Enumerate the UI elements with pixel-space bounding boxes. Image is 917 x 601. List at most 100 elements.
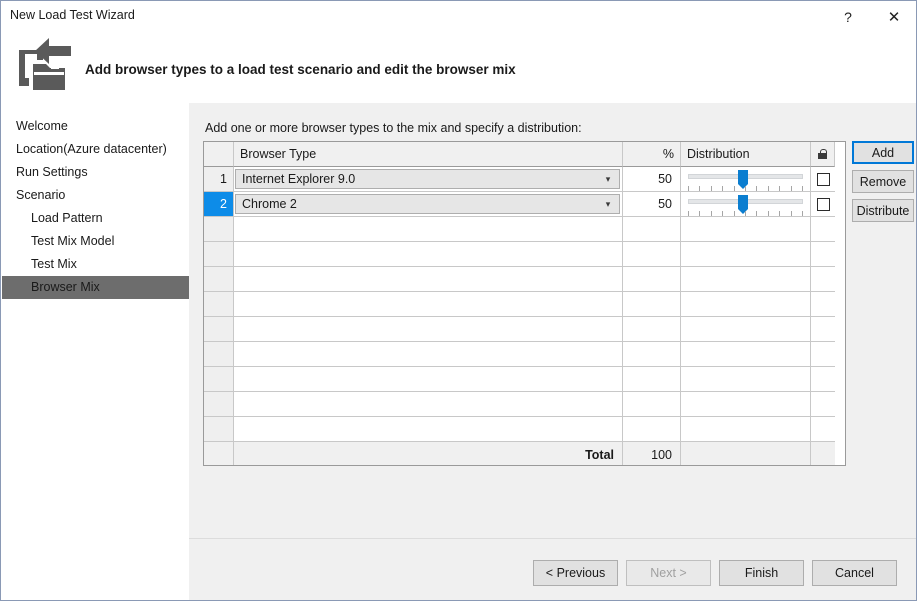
row-number-cell[interactable] [204,317,234,342]
lock-cell[interactable] [811,392,835,417]
percent-cell[interactable] [623,417,681,442]
sidebar-list: Welcome Location(Azure datacenter) Run S… [2,103,189,299]
table-row[interactable]: 1 Internet Explorer 9.0 ▾ 50 [204,167,845,192]
distribution-cell[interactable] [681,267,811,292]
distribution-cell[interactable] [681,342,811,367]
lock-cell[interactable] [811,217,835,242]
sidebar-item-load-pattern[interactable]: Load Pattern [2,207,189,230]
distribution-cell[interactable] [681,292,811,317]
row-number-cell[interactable] [204,217,234,242]
table-row[interactable] [204,267,845,292]
distribution-cell[interactable] [681,367,811,392]
percent-cell[interactable] [623,367,681,392]
row-number-cell[interactable]: 2 [204,192,234,217]
distribution-cell[interactable] [681,167,811,192]
column-header-percent[interactable]: % [623,142,681,167]
row-number-cell[interactable] [204,242,234,267]
table-row[interactable] [204,292,845,317]
percent-cell[interactable] [623,267,681,292]
distribution-cell[interactable] [681,242,811,267]
chevron-down-icon[interactable]: ▾ [597,195,619,213]
browser-type-cell[interactable] [234,342,623,367]
percent-cell[interactable]: 50 [623,192,681,217]
cancel-button[interactable]: Cancel [812,560,897,586]
browser-type-cell[interactable]: Internet Explorer 9.0 ▾ [234,167,623,192]
percent-cell[interactable] [623,292,681,317]
percent-cell[interactable] [623,242,681,267]
browser-type-cell[interactable] [234,242,623,267]
row-number-cell[interactable]: 1 [204,167,234,192]
percent-cell[interactable] [623,317,681,342]
close-icon[interactable]: ✕ [871,1,916,32]
grid-total-row: Total 100 [204,442,845,465]
distribution-slider[interactable] [681,167,810,191]
row-number-cell[interactable] [204,367,234,392]
browser-mix-grid[interactable]: Browser Type % Distribution 1 Internet E… [203,141,846,466]
percent-cell[interactable]: 50 [623,167,681,192]
lock-cell[interactable] [811,167,835,192]
browser-type-cell[interactable] [234,267,623,292]
distribute-button[interactable]: Distribute [852,199,914,222]
slider-thumb[interactable] [738,170,748,189]
lock-cell[interactable] [811,192,835,217]
browser-type-cell[interactable] [234,367,623,392]
row-number-cell[interactable] [204,292,234,317]
browser-type-cell[interactable] [234,417,623,442]
help-icon[interactable]: ? [825,1,871,32]
row-number-cell[interactable] [204,342,234,367]
chevron-down-icon[interactable]: ▾ [597,170,619,188]
percent-cell[interactable] [623,217,681,242]
browser-type-cell[interactable] [234,392,623,417]
percent-cell[interactable] [623,392,681,417]
lock-cell[interactable] [811,267,835,292]
lock-cell[interactable] [811,317,835,342]
previous-button[interactable]: < Previous [533,560,618,586]
lock-cell[interactable] [811,242,835,267]
sidebar-item-browser-mix[interactable]: Browser Mix [2,276,189,299]
sidebar-item-location[interactable]: Location(Azure datacenter) [2,138,189,161]
percent-cell[interactable] [623,342,681,367]
table-row[interactable] [204,217,845,242]
distribution-cell[interactable] [681,317,811,342]
sidebar-item-scenario[interactable]: Scenario [2,184,189,207]
lock-cell[interactable] [811,367,835,392]
browser-type-cell[interactable]: Chrome 2 ▾ [234,192,623,217]
finish-button[interactable]: Finish [719,560,804,586]
slider-thumb[interactable] [738,195,748,214]
column-header-distribution[interactable]: Distribution [681,142,811,167]
lock-checkbox[interactable] [816,172,830,186]
table-row[interactable] [204,242,845,267]
sidebar-item-run-settings[interactable]: Run Settings [2,161,189,184]
lock-cell[interactable] [811,292,835,317]
column-header-browser-type[interactable]: Browser Type [234,142,623,167]
distribution-cell[interactable] [681,192,811,217]
table-row[interactable] [204,317,845,342]
row-number-cell[interactable] [204,267,234,292]
browser-type-cell[interactable] [234,217,623,242]
sidebar-item-welcome[interactable]: Welcome [2,115,189,138]
table-row[interactable] [204,392,845,417]
browser-type-combobox[interactable]: Chrome 2 ▾ [235,194,620,214]
distribution-cell[interactable] [681,217,811,242]
row-number-cell[interactable] [204,417,234,442]
distribution-cell[interactable] [681,417,811,442]
column-header-lock[interactable] [811,142,835,167]
lock-cell[interactable] [811,417,835,442]
sidebar-item-test-mix-model[interactable]: Test Mix Model [2,230,189,253]
add-button[interactable]: Add [852,141,914,164]
browser-type-cell[interactable] [234,317,623,342]
sidebar-item-test-mix[interactable]: Test Mix [2,253,189,276]
table-row[interactable] [204,367,845,392]
lock-checkbox[interactable] [816,197,830,211]
browser-type-combobox[interactable]: Internet Explorer 9.0 ▾ [235,169,620,189]
row-number-cell[interactable] [204,392,234,417]
distribution-slider[interactable] [681,192,810,216]
lock-cell[interactable] [811,342,835,367]
table-row[interactable] [204,342,845,367]
window-title: New Load Test Wizard [10,8,135,22]
table-row[interactable] [204,417,845,442]
browser-type-cell[interactable] [234,292,623,317]
remove-button[interactable]: Remove [852,170,914,193]
table-row[interactable]: 2 Chrome 2 ▾ 50 [204,192,845,217]
distribution-cell[interactable] [681,392,811,417]
